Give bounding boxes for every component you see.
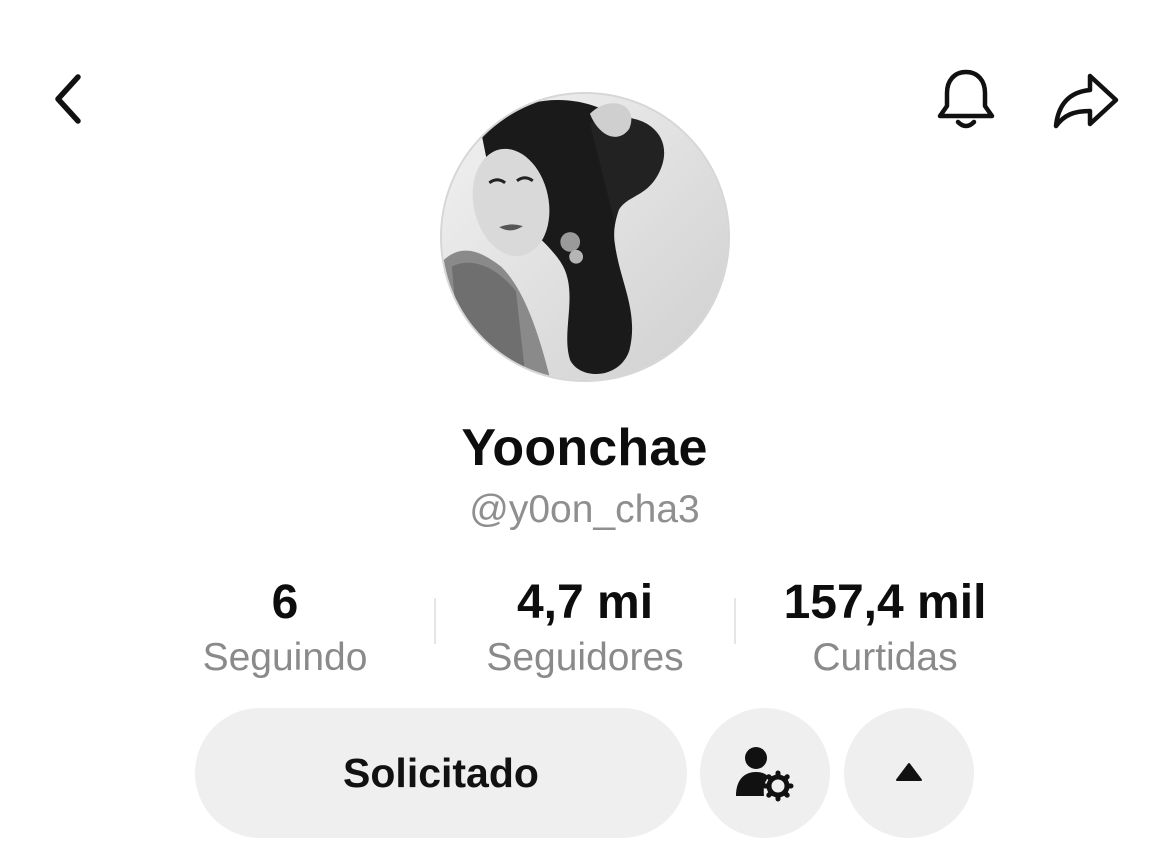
stat-following-value: 6 bbox=[271, 576, 299, 629]
avatar[interactable] bbox=[440, 92, 730, 382]
stat-divider bbox=[734, 598, 736, 644]
notifications-button[interactable] bbox=[928, 62, 1004, 138]
stat-likes-label: Curtidas bbox=[812, 636, 958, 679]
stat-following[interactable]: 6 Seguindo bbox=[180, 574, 390, 682]
profile-page: Yoonchae @y0on_cha3 6 Seguindo 4,7 mi Se… bbox=[0, 0, 1169, 861]
expand-suggestions-button[interactable] bbox=[844, 708, 974, 838]
stat-followers-label: Seguidores bbox=[486, 636, 684, 679]
triangle-up-icon bbox=[896, 763, 922, 781]
stat-likes-value: 157,4 mil bbox=[783, 576, 987, 629]
share-arrow-icon bbox=[1053, 73, 1119, 129]
back-button[interactable] bbox=[38, 64, 98, 134]
stat-divider bbox=[434, 598, 436, 644]
bell-icon bbox=[937, 69, 995, 129]
requested-button[interactable]: Solicitado bbox=[195, 708, 687, 838]
avatar-photo bbox=[442, 94, 728, 380]
stat-followers-value: 4,7 mi bbox=[516, 576, 654, 629]
stat-followers[interactable]: 4,7 mi Seguidores bbox=[460, 574, 710, 682]
user-gear-icon bbox=[736, 747, 794, 802]
share-button[interactable] bbox=[1044, 62, 1128, 138]
stat-following-label: Seguindo bbox=[202, 636, 368, 679]
chevron-left-icon bbox=[55, 74, 81, 124]
stat-likes[interactable]: 157,4 mil Curtidas bbox=[760, 574, 1010, 682]
username: @y0on_cha3 bbox=[469, 488, 700, 531]
user-settings-button[interactable] bbox=[700, 708, 830, 838]
display-name: Yoonchae bbox=[461, 419, 708, 477]
